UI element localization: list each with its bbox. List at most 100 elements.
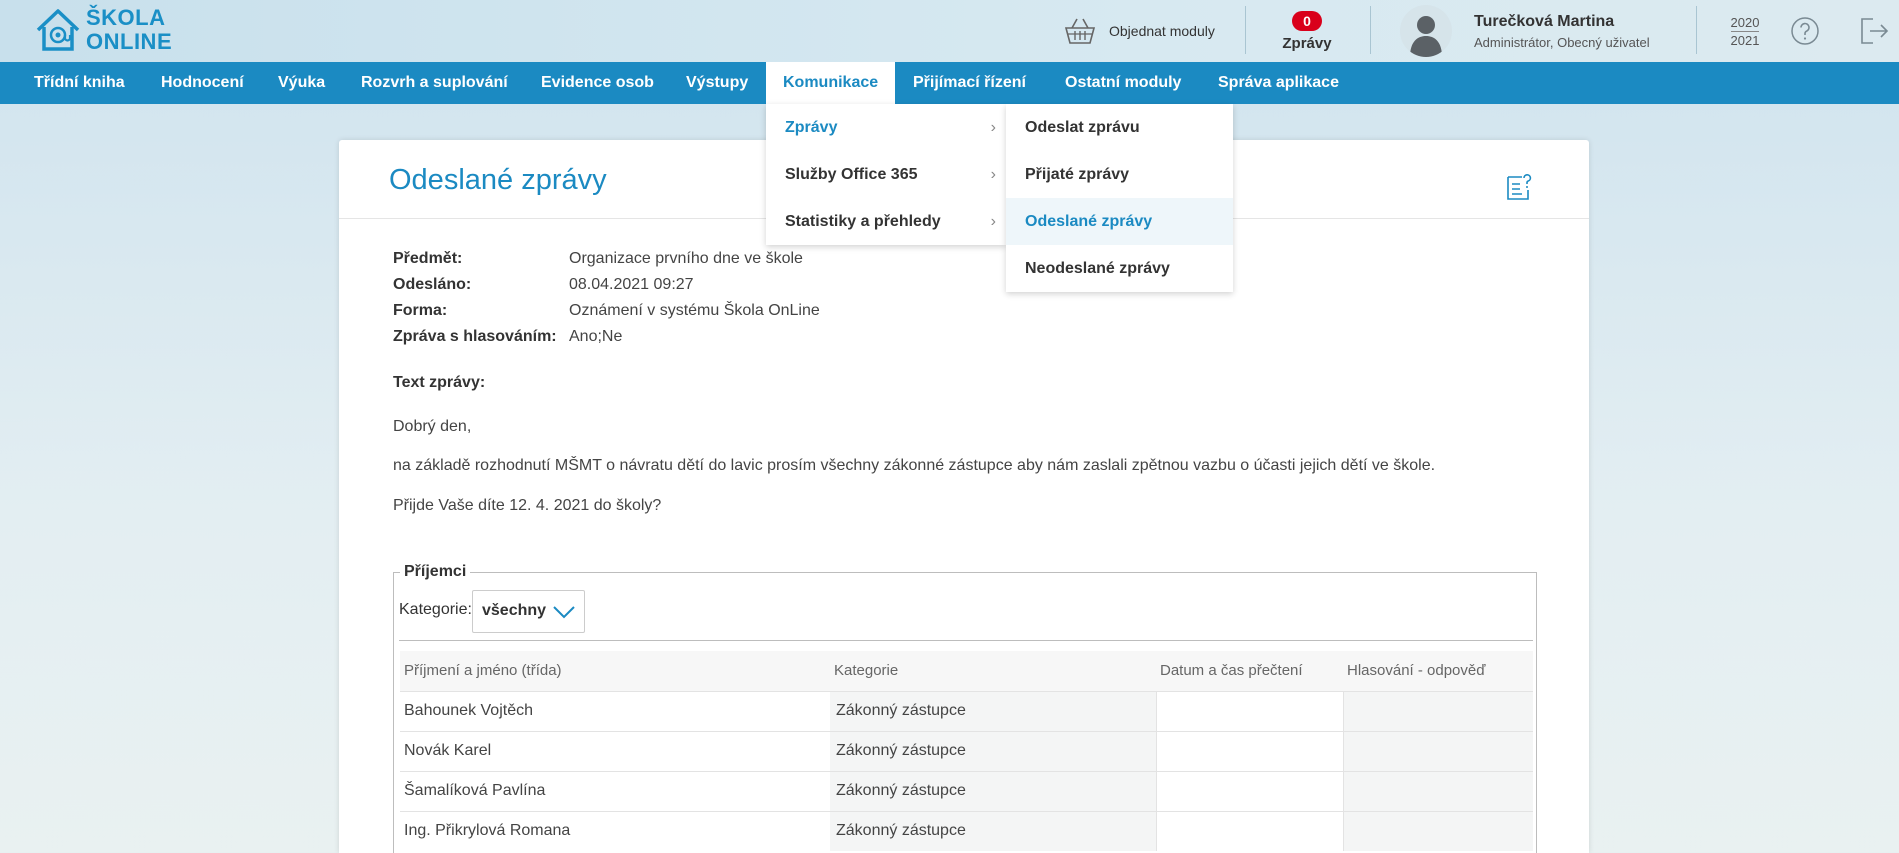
messages-count-badge: 0	[1292, 10, 1322, 31]
nav-item-tridni-kniha[interactable]: Třídní kniha	[34, 62, 125, 104]
recipients-legend: Příjemci	[400, 563, 471, 581]
nav-item-evidence-osob[interactable]: Evidence osob	[541, 62, 654, 104]
meta-form-value: Oznámení v systému Škola OnLine	[569, 302, 820, 319]
recipient-read-time	[1155, 770, 1343, 811]
table-top-border	[399, 640, 1533, 641]
header-divider	[1370, 6, 1371, 54]
logout-icon	[1861, 18, 1889, 44]
nav-item-rozvrh[interactable]: Rozvrh a suplování	[361, 62, 508, 104]
message-metadata: Předmět: Organizace prvního dne ve škole…	[393, 246, 820, 350]
column-header-read-time[interactable]: Datum a čas přečtení	[1156, 651, 1343, 691]
recipient-category: Zákonný zástupce	[830, 730, 1156, 771]
help-document-icon	[1507, 174, 1532, 200]
recipient-category: Zákonný zástupce	[830, 810, 1156, 851]
recipients-fieldset: Příjemci Kategorie: všechny Příjmení a j…	[393, 563, 1537, 853]
recipient-name: Bahounek Vojtěch	[400, 690, 830, 731]
school-year-selector[interactable]: 2020 2021	[1722, 0, 1768, 62]
help-circle-icon	[1791, 17, 1819, 45]
submenu-item-zpravy[interactable]: Zprávy ›	[766, 104, 1006, 151]
category-filter-label: Kategorie:	[399, 601, 472, 618]
meta-voting: Zpráva s hlasováním: Ano;Ne	[393, 324, 820, 350]
zpravy-submenu: Odeslat zprávu Přijaté zprávy Odeslané z…	[1006, 104, 1233, 292]
nav-item-hodnoceni[interactable]: Hodnocení	[161, 62, 244, 104]
logo-text-line1: ŠKOLA	[86, 5, 166, 30]
message-body-line: Dobrý den,	[393, 418, 472, 435]
recipients-table: Příjmení a jméno (třída) Kategorie Datum…	[400, 651, 1533, 851]
basket-icon	[1064, 18, 1096, 44]
school-year-from: 2020	[1730, 14, 1760, 32]
meta-form: Forma: Oznámení v systému Škola OnLine	[393, 298, 820, 324]
table-row: Bahounek Vojtěch Zákonný zástupce	[400, 690, 1533, 731]
komunikace-submenu: Zprávy › Služby Office 365 › Statistiky …	[766, 104, 1006, 245]
column-header-vote[interactable]: Hlasování - odpověď	[1343, 651, 1533, 691]
meta-voting-label: Zpráva s hlasováním:	[393, 328, 557, 345]
user-role: Administrátor, Obecný uživatel	[1474, 34, 1650, 50]
chevron-right-icon: ›	[990, 213, 996, 230]
meta-sent-value: 08.04.2021 09:27	[569, 276, 694, 293]
recipient-vote	[1342, 690, 1533, 731]
meta-sent-label: Odesláno:	[393, 276, 472, 293]
recipient-vote	[1342, 810, 1533, 851]
meta-subject-value: Organizace prvního dne ve škole	[569, 250, 803, 267]
submenu-item-label: Služby Office 365	[785, 166, 918, 183]
logo-text-line2: ONLINE	[86, 29, 173, 54]
submenu-item-prijate-zpravy[interactable]: Přijaté zprávy	[1006, 151, 1233, 198]
category-filter-select[interactable]: všechny	[472, 590, 585, 633]
recipient-read-time	[1155, 690, 1343, 731]
recipient-name: Šamalíková Pavlína	[400, 770, 830, 811]
meta-voting-value: Ano;Ne	[569, 328, 623, 345]
recipient-category: Zákonný zástupce	[830, 770, 1156, 811]
recipient-read-time	[1155, 730, 1343, 771]
sent-message-detail-panel: Odeslané zprávy Předmět: Organizace prvn…	[339, 140, 1589, 853]
meta-subject-label: Předmět:	[393, 250, 463, 267]
message-body-line: na základě rozhodnutí MŠMT o návratu dět…	[393, 457, 1436, 474]
submenu-item-odeslat-zpravu[interactable]: Odeslat zprávu	[1006, 104, 1233, 151]
nav-item-vystupy[interactable]: Výstupy	[686, 62, 748, 104]
submenu-item-statistiky[interactable]: Statistiky a přehledy ›	[766, 198, 1006, 245]
user-profile[interactable]: Turečková Martina Administrátor, Obecný …	[1400, 0, 1696, 62]
recipient-read-time	[1155, 810, 1343, 851]
meta-sent: Odesláno: 08.04.2021 09:27	[393, 272, 820, 298]
category-filter-value: všechny	[482, 602, 547, 619]
header-divider	[1696, 6, 1697, 54]
messages-button[interactable]: 0 Zprávy	[1246, 0, 1368, 62]
user-avatar-icon	[1400, 5, 1452, 57]
submenu-item-odeslane-zpravy[interactable]: Odeslané zprávy	[1006, 198, 1233, 245]
message-text-label: Text zprávy:	[393, 374, 486, 391]
nav-item-sprava-aplikace[interactable]: Správa aplikace	[1218, 62, 1339, 104]
user-name: Turečková Martina	[1474, 12, 1615, 30]
recipient-category: Zákonný zástupce	[830, 690, 1156, 731]
chevron-right-icon: ›	[990, 119, 996, 136]
order-modules-label: Objednat moduly	[1109, 23, 1215, 39]
order-modules-button[interactable]: Objednat moduly	[1063, 0, 1243, 62]
page-help-button[interactable]	[1504, 172, 1534, 202]
meta-subject: Předmět: Organizace prvního dne ve škole	[393, 246, 820, 272]
messages-label: Zprávy	[1282, 34, 1332, 52]
chevron-down-icon	[553, 606, 575, 619]
nav-item-ostatni-moduly[interactable]: Ostatní moduly	[1065, 62, 1181, 104]
meta-form-label: Forma:	[393, 302, 448, 319]
submenu-item-office365[interactable]: Služby Office 365 ›	[766, 151, 1006, 198]
table-row: Ing. Přikrylová Romana Zákonný zástupce	[400, 810, 1533, 851]
recipient-name: Ing. Přikrylová Romana	[400, 810, 830, 851]
column-header-category[interactable]: Kategorie	[830, 651, 1156, 691]
table-row: Šamalíková Pavlína Zákonný zástupce	[400, 770, 1533, 811]
column-header-name[interactable]: Příjmení a jméno (třída)	[400, 651, 830, 691]
submenu-item-label: Zprávy	[785, 119, 838, 136]
house-at-logo-icon	[36, 9, 80, 51]
logout-button[interactable]	[1858, 0, 1890, 62]
school-online-logo[interactable]: ŠKOLA ONLINE	[34, 6, 172, 54]
message-body-line: Přijde Vaše díte 12. 4. 2021 do školy?	[393, 497, 662, 514]
nav-item-vyuka[interactable]: Výuka	[278, 62, 325, 104]
main-navigation: Třídní kniha Hodnocení Výuka Rozvrh a su…	[0, 62, 1899, 104]
recipient-vote	[1342, 730, 1533, 771]
recipient-vote	[1342, 770, 1533, 811]
submenu-item-label: Statistiky a přehledy	[785, 213, 941, 230]
chevron-right-icon: ›	[990, 166, 996, 183]
help-button[interactable]	[1790, 0, 1820, 62]
nav-item-komunikace[interactable]: Komunikace	[766, 62, 895, 104]
submenu-item-neodeslane-zpravy[interactable]: Neodeslané zprávy	[1006, 245, 1233, 292]
table-row: Novák Karel Zákonný zástupce	[400, 730, 1533, 771]
nav-item-prijimaci-rizeni[interactable]: Přijímací řízení	[913, 62, 1026, 104]
school-year-to: 2021	[1730, 32, 1760, 48]
